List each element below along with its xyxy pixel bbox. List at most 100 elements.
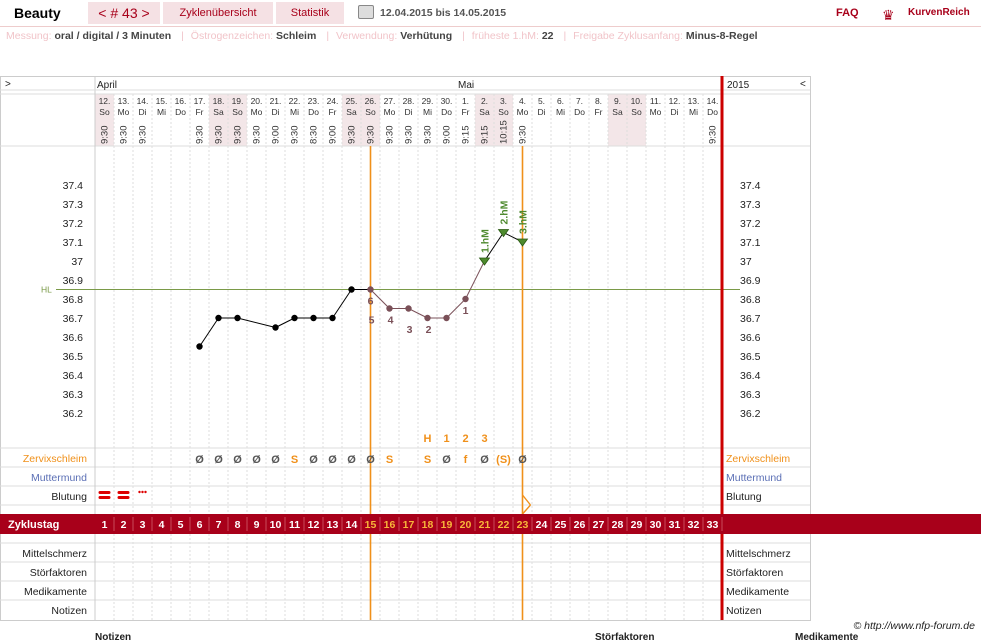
cycle-day-number: 7 (216, 519, 222, 531)
row-label-stoerfaktoren: Störfaktoren (30, 567, 87, 579)
zervix-peak-count: 1 (443, 433, 449, 445)
weekday-label: Mo (650, 107, 662, 117)
date-label: 10. (631, 96, 643, 106)
date-label: 21. (270, 96, 282, 106)
temperature-point (234, 314, 241, 322)
time-label: 9:30 (119, 126, 130, 145)
zervix-mark: Ø (366, 454, 375, 466)
bleeding-icon (98, 491, 111, 494)
temperature-high-point (497, 229, 510, 238)
zervix-mark: Ø (442, 454, 451, 466)
bottom-stoer-header: Störfaktoren (595, 632, 655, 643)
cycle-day-number: 19 (441, 519, 453, 531)
cycle-day-number: 31 (669, 519, 681, 531)
y-tick-left: 36.4 (63, 370, 84, 382)
cycle-day-number: 33 (707, 519, 719, 531)
y-tick-right: 36.2 (740, 408, 761, 420)
weekday-label: Sa (612, 107, 623, 117)
weekday-label: Do (175, 107, 186, 117)
high-temp-label: 3.hM (518, 210, 530, 234)
zervix-mark: Ø (252, 454, 261, 466)
zervix-mark: Ø (233, 454, 242, 466)
spotting-icon (141, 490, 144, 494)
date-label: 14. (137, 96, 149, 106)
cycle-day-number: 1 (102, 519, 108, 531)
date-label: 12. (669, 96, 681, 106)
time-label: 9:30 (290, 126, 301, 145)
y-tick-right: 37.3 (740, 199, 761, 211)
weekday-label: So (99, 107, 110, 117)
low-temp-count: 2 (426, 324, 432, 336)
time-label: 9:30 (138, 126, 149, 145)
grid-frame (0, 76, 811, 621)
zervix-mark: f (464, 454, 468, 466)
date-label: 30. (441, 96, 453, 106)
time-label: 9:30 (423, 126, 434, 145)
cycle-day-number: 11 (289, 519, 300, 531)
date-label: 13. (118, 96, 130, 106)
y-tick-right: 36.5 (740, 351, 761, 363)
month-label: Mai (458, 80, 474, 91)
cycle-day-label: Zyklustag (8, 519, 59, 531)
y-tick-left: 37.2 (63, 218, 84, 230)
time-label: 9:30 (100, 126, 111, 145)
y-tick-left: 37 (71, 256, 83, 268)
cycle-day-number: 18 (422, 519, 434, 531)
cycle-day-number: 5 (178, 519, 184, 531)
zervix-mark: Ø (214, 454, 223, 466)
cycle-day-bar (0, 514, 981, 534)
time-label: 9:30 (347, 126, 358, 145)
y-tick-left: 37.3 (63, 199, 84, 211)
date-label: 7. (576, 96, 583, 106)
high-temp-label: 2.hM (499, 200, 511, 224)
time-label: 9:00 (442, 126, 453, 145)
y-tick-right: 36.8 (740, 294, 761, 306)
weekday-label: So (498, 107, 509, 117)
row-label-right-muttermund: Muttermund (726, 472, 782, 484)
footer-copyright: © http://www.nfp-forum.de (853, 620, 975, 632)
year-label: 2015 (727, 80, 750, 91)
cycle-day-number: 20 (460, 519, 472, 531)
row-label-muttermund: Muttermund (31, 472, 87, 484)
row-label-notizen: Notizen (51, 605, 87, 617)
date-label: 5. (538, 96, 545, 106)
cycle-day-number: 16 (384, 519, 396, 531)
weekday-label: Di (271, 107, 279, 117)
zervix-mark: Ø (328, 454, 337, 466)
zervix-mark: Ø (518, 454, 527, 466)
cycle-day-number: 8 (235, 519, 241, 531)
date-label: 24. (327, 96, 339, 106)
time-label: 9:30 (518, 126, 529, 145)
y-tick-right: 37.4 (740, 180, 761, 192)
nav-prev-icon[interactable]: > (5, 79, 11, 90)
weekday-label: Do (574, 107, 585, 117)
cycle-chart: > <2015April Mai12.So9:3013.Mo9:3014.Di9:3… (0, 76, 981, 621)
weekday-label: Mi (290, 107, 299, 117)
weekday-label: Fr (594, 107, 602, 117)
time-label: 9:30 (195, 126, 206, 145)
zervix-peak-count: 2 (462, 433, 468, 445)
time-label: 9:30 (252, 126, 263, 145)
weekday-label: Mi (689, 107, 698, 117)
time-label: 9:30 (404, 126, 415, 145)
temperature-point (215, 314, 222, 322)
time-label: 8:30 (309, 126, 320, 145)
weekday-label: Fr (461, 107, 469, 117)
date-label: 16. (175, 96, 187, 106)
zervix-mark: S (386, 454, 393, 466)
y-tick-right: 37.2 (740, 218, 761, 230)
date-label: 29. (422, 96, 434, 106)
cycle-day-number: 32 (688, 519, 700, 531)
time-label: 9:30 (214, 126, 225, 145)
date-label: 11. (650, 96, 661, 106)
time-label: 9:15 (480, 126, 491, 145)
weekday-label: Di (404, 107, 412, 117)
row-label-right-notizen: Notizen (726, 605, 762, 617)
date-label: 1. (462, 96, 469, 106)
date-label: 18. (213, 96, 225, 106)
temperature-point (367, 286, 374, 293)
nav-next-icon[interactable]: < (800, 79, 806, 90)
weekday-label: Di (537, 107, 545, 117)
weekday-label: Sa (479, 107, 490, 117)
zervix-mark: S (424, 454, 431, 466)
